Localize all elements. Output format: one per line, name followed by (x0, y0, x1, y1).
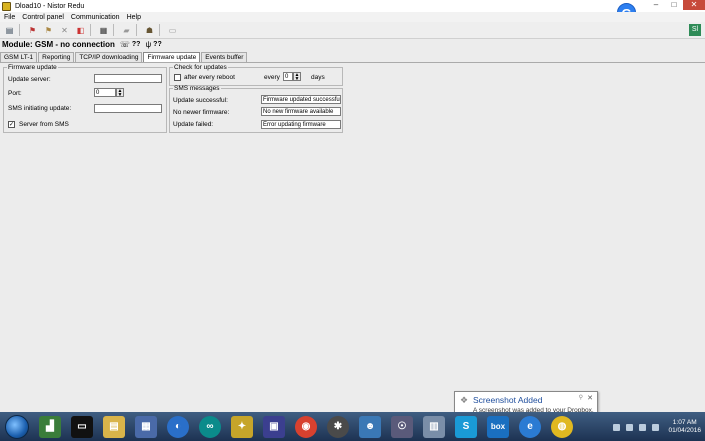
update-failed-input[interactable]: Error updating firmware (261, 120, 341, 129)
sms-initiating-input[interactable] (94, 104, 162, 113)
port-spinner[interactable]: ▲ ▼ (116, 88, 124, 98)
print-icon[interactable]: ▭ (166, 24, 179, 37)
update-successful-input[interactable]: Firmware updated successful (261, 95, 341, 104)
users-icon[interactable]: ☗ (143, 24, 156, 37)
update-successful-label: Update successful: (173, 97, 228, 104)
tab-strip: GSM LT-1 Reporting TCP/IP downloading Fi… (0, 52, 248, 62)
update-failed-label: Update failed: (173, 121, 214, 128)
calculator-icon[interactable]: ▦ (97, 24, 110, 37)
update-server-input[interactable] (94, 74, 162, 83)
toolbar-separator (113, 24, 114, 36)
taskbar-tools-icon[interactable]: ✦ (231, 415, 253, 438)
update-server-label: Update server: (8, 76, 51, 83)
toolbar-separator (90, 24, 91, 36)
maximize-button[interactable]: □ (665, 0, 683, 10)
system-tray: 1:07 AM 01/04/2016 (610, 416, 701, 438)
minimize-button[interactable]: – (647, 0, 665, 10)
every-days-spinner[interactable]: ▲ ▼ (293, 72, 301, 82)
port-label: Port: (8, 90, 22, 97)
copy-icon[interactable]: ▤ (3, 24, 16, 37)
tool-icon[interactable]: ◧ (74, 24, 87, 37)
taskbar-arduino-icon[interactable]: ∞ (199, 415, 221, 438)
taskbar-clock[interactable]: 1:07 AM 01/04/2016 (668, 419, 701, 435)
connect-icon[interactable]: ⚑ (26, 24, 39, 37)
menu-file[interactable]: File (4, 14, 15, 21)
taskbar: ▟ ▭ ▤ ▦ ◐ ∞ ✦ ▣ ◉ ✱ ☻ ☉ ▥ S box e ◍ 1:07… (0, 412, 705, 441)
toolbar-separator (159, 24, 160, 36)
tray-dropbox-icon[interactable] (613, 423, 621, 431)
sms-initiating-label: SMS initiating update: (8, 105, 72, 112)
toolbar: ▤ ⚑ ⚑ ✕ ◧ ▦ ▰ ☗ ▭ Sl (0, 22, 705, 39)
tray-volume-icon[interactable] (652, 423, 660, 431)
window-controls: – □ ✕ (647, 0, 705, 12)
tab-gsm-lt1[interactable]: GSM LT-1 (0, 52, 38, 62)
module-q2: ?? (153, 41, 162, 48)
module-status: Module: GSM - no connection (2, 40, 115, 49)
taskbar-box-icon[interactable]: box (487, 415, 509, 438)
tab-events-buffer[interactable]: Events buffer (201, 52, 248, 62)
menu-communication[interactable]: Communication (71, 14, 120, 21)
tab-tcpip-downloading[interactable]: TCP/IP downloading (75, 52, 143, 62)
firmware-panel: Firmware update Update server: Port: 0 ▲… (0, 62, 705, 412)
taskbar-skype-icon[interactable]: S (455, 415, 477, 438)
tab-firmware-update[interactable]: Firmware update (143, 52, 201, 62)
notification-close-icon[interactable]: ✕ (587, 394, 593, 402)
taskbar-remote-icon[interactable]: ☉ (391, 415, 413, 438)
tray-network-icon[interactable] (626, 423, 634, 431)
taskbar-browser-q-icon[interactable]: ◐ (167, 415, 189, 438)
signal-icon[interactable]: Sl (689, 24, 701, 36)
dropbox-icon: ❖ (460, 395, 469, 405)
disconnect-icon[interactable]: ⚑ (42, 24, 55, 37)
toolbar-separator (19, 24, 20, 36)
taskbar-ie-icon[interactable]: e (519, 415, 541, 438)
taskbar-calc-icon[interactable]: ▥ (423, 415, 445, 438)
taskbar-chrome-icon[interactable]: ◉ (295, 415, 317, 438)
close-button[interactable]: ✕ (683, 0, 705, 10)
app-icon (2, 1, 11, 11)
pin-icon[interactable]: ⚲ (579, 394, 583, 401)
tray-battery-icon[interactable] (639, 423, 647, 431)
after-reboot-label: after every reboot (184, 74, 235, 81)
antenna-icon: ψ (145, 40, 152, 49)
no-newer-firmware-label: No newer firmware: (173, 109, 230, 116)
title-bar: Dload10 - Nistor Redu – □ ✕ (0, 0, 705, 12)
clock-date: 01/04/2016 (668, 427, 701, 434)
menu-bar: File Control panel Communication Help (0, 12, 705, 22)
port-input[interactable]: 0 (94, 88, 116, 97)
menu-help[interactable]: Help (127, 14, 141, 21)
days-label: days (311, 74, 325, 81)
taskbar-network-icon[interactable]: ▦ (135, 415, 157, 438)
server-from-sms-label: Server from SMS (19, 121, 69, 128)
delete-icon[interactable]: ✕ (58, 24, 71, 37)
menu-control-panel[interactable]: Control panel (22, 14, 64, 21)
taskbar-globe-icon[interactable]: ◍ (551, 415, 573, 438)
firmware-update-legend: Firmware update (8, 64, 57, 71)
every-days-input[interactable]: 0 (283, 72, 293, 81)
window-title: Dload10 - Nistor Redu (15, 2, 85, 10)
after-reboot-checkbox[interactable] (174, 74, 181, 81)
tab-reporting[interactable]: Reporting (38, 52, 75, 62)
clock-time: 1:07 AM (672, 419, 697, 426)
server-from-sms-checkbox[interactable]: ✓ (8, 121, 15, 128)
start-button[interactable] (5, 414, 29, 439)
check-updates-legend: Check for updates (174, 64, 227, 71)
notification-title: Screenshot Added (473, 395, 543, 405)
sms-messages-legend: SMS messages (174, 85, 220, 92)
taskbar-chart-icon[interactable]: ▟ (39, 415, 61, 438)
module-q1: ?? (131, 41, 141, 48)
no-newer-firmware-input[interactable]: No new firmware available (261, 107, 341, 116)
phone-icon: ☏ (119, 40, 130, 49)
taskbar-terminal-icon[interactable]: ▭ (71, 415, 93, 438)
taskbar-explorer-icon[interactable]: ▤ (103, 415, 125, 438)
every-label: every (264, 74, 280, 81)
taskbar-save-icon[interactable]: ▣ (263, 415, 285, 438)
toolbar-separator (136, 24, 137, 36)
eraser-icon[interactable]: ▰ (120, 24, 133, 37)
taskbar-people-icon[interactable]: ☻ (359, 415, 381, 438)
module-bar: Module: GSM - no connection ☏ ?? ψ ?? (0, 39, 705, 50)
taskbar-settings-icon[interactable]: ✱ (327, 415, 349, 438)
